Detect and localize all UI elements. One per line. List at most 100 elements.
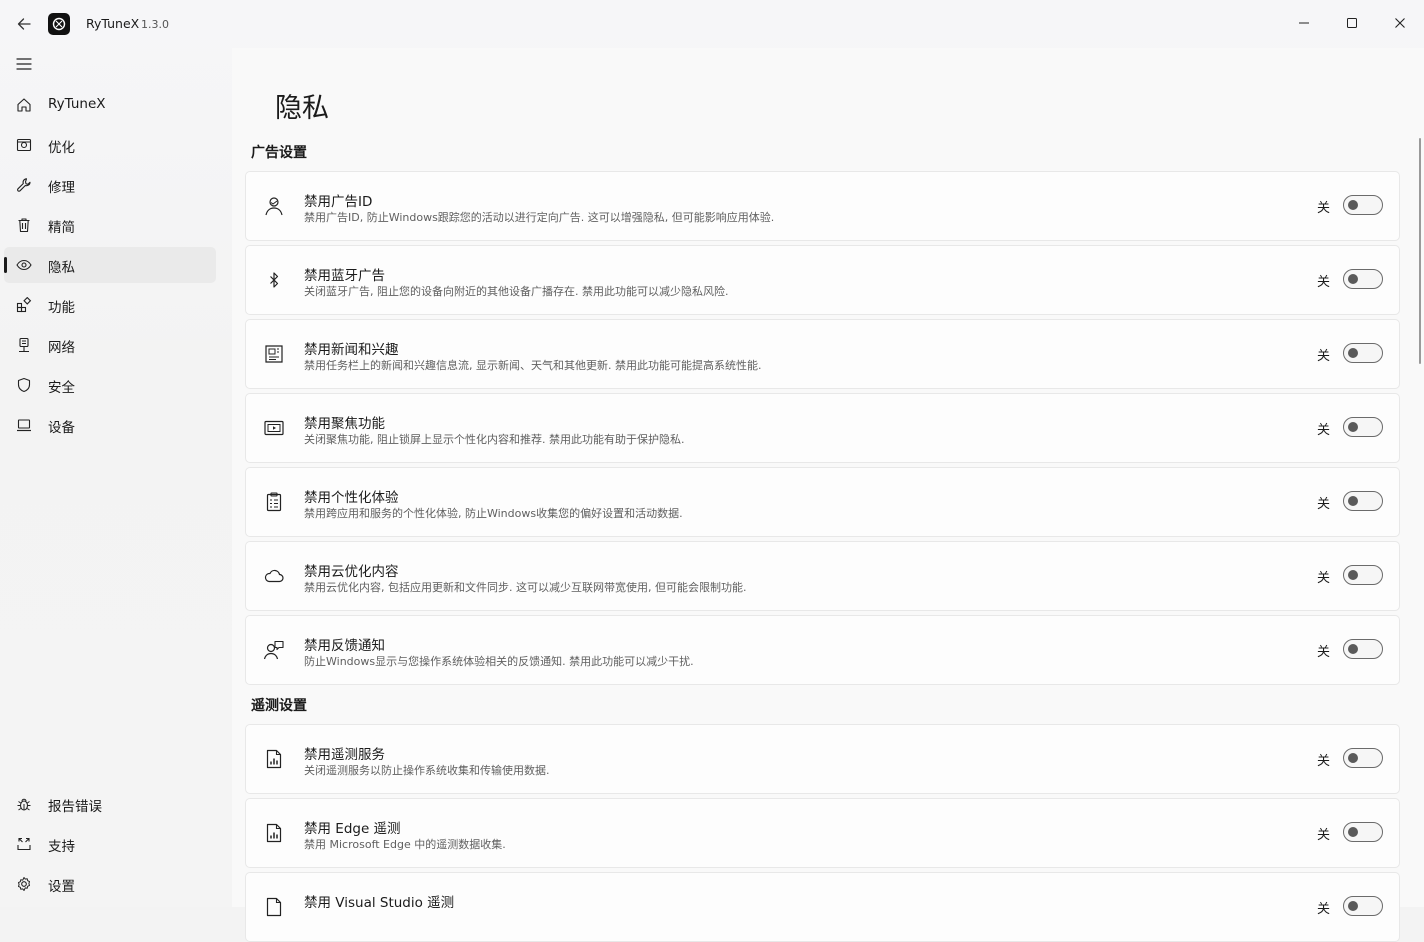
toggle-knob xyxy=(1348,422,1358,432)
report-icon xyxy=(266,823,282,843)
toggle-state-label: 关 xyxy=(1317,828,1331,843)
toggle-switch[interactable] xyxy=(1343,639,1383,659)
title-bar: RyTuneX 1.3.0 xyxy=(0,0,1424,48)
toggle-switch[interactable] xyxy=(1343,491,1383,511)
menu-toggle-button[interactable] xyxy=(12,52,36,76)
setting-description: 防止Windows显示与您操作系统体验相关的反馈通知. 禁用此功能可以减少干扰. xyxy=(304,655,694,668)
setting-card: 禁用蓝牙广告 关闭蓝牙广告, 阻止您的设备向附近的其他设备广播存在. 禁用此功能… xyxy=(245,245,1400,315)
nav-item-label: RyTuneX xyxy=(48,96,106,112)
nav-item-settings[interactable]: 设置 xyxy=(4,866,216,902)
nav-item-label: 修理 xyxy=(48,180,75,196)
toggle-state-label: 关 xyxy=(1317,754,1331,769)
nav-item-label: 隐私 xyxy=(48,260,75,276)
nav-item-report-bug[interactable]: 报告错误 xyxy=(4,786,216,822)
toggle-state-label: 关 xyxy=(1317,201,1331,216)
minimize-button[interactable] xyxy=(1288,8,1320,38)
nav-item-label: 网络 xyxy=(48,340,75,356)
toggle-switch[interactable] xyxy=(1343,565,1383,585)
scrollbar-thumb[interactable] xyxy=(1419,138,1421,364)
setting-card: 禁用新闻和兴趣 禁用任务栏上的新闻和兴趣信息流, 显示新闻、天气和其他更新. 禁… xyxy=(245,319,1400,389)
toggle-knob xyxy=(1348,570,1358,580)
nav-item-home[interactable]: RyTuneX xyxy=(4,87,216,123)
setting-title: 禁用蓝牙广告 xyxy=(304,268,385,284)
laptop-icon xyxy=(17,419,31,432)
toggle-switch[interactable] xyxy=(1343,748,1383,768)
setting-card: 禁用广告ID 禁用广告ID, 防止Windows跟踪您的活动以进行定向广告. 这… xyxy=(245,171,1400,241)
toggle-knob xyxy=(1348,496,1358,506)
selection-indicator xyxy=(4,257,7,273)
gear-icon xyxy=(18,877,30,891)
app-logo xyxy=(48,13,70,35)
toggle-knob xyxy=(1348,348,1358,358)
setting-title: 禁用 Visual Studio 遥测 xyxy=(304,895,455,911)
nav-item-privacy[interactable]: 隐私 xyxy=(4,247,216,283)
toggle-knob xyxy=(1348,644,1358,654)
setting-title: 禁用广告ID xyxy=(304,194,373,210)
nav-item-security[interactable]: 安全 xyxy=(4,367,216,403)
nav-item-label: 安全 xyxy=(48,380,75,396)
toggle-state-label: 关 xyxy=(1317,275,1331,290)
toggle-switch[interactable] xyxy=(1343,195,1383,215)
setting-title: 禁用新闻和兴趣 xyxy=(304,342,399,358)
nav-item-features[interactable]: 功能 xyxy=(4,287,216,323)
nav-item-network[interactable]: 网络 xyxy=(4,327,216,363)
nav-item-label: 支持 xyxy=(48,839,75,855)
nav-item-label: 精简 xyxy=(48,220,75,236)
setting-title: 禁用 Edge 遥测 xyxy=(304,821,401,837)
eye-icon xyxy=(16,259,32,271)
toggle-switch[interactable] xyxy=(1343,269,1383,289)
toggle-switch[interactable] xyxy=(1343,896,1383,916)
setting-title: 禁用遥测服务 xyxy=(304,747,385,763)
setting-title: 禁用反馈通知 xyxy=(304,638,385,654)
setting-title: 禁用个性化体验 xyxy=(304,490,399,506)
toggle-switch[interactable] xyxy=(1343,822,1383,842)
hamburger-icon xyxy=(16,58,32,70)
setting-card: 禁用云优化内容 禁用云优化内容, 包括应用更新和文件同步. 这可以减少互联网带宽… xyxy=(245,541,1400,611)
cloud-icon xyxy=(264,569,284,583)
app-name: RyTuneX xyxy=(86,16,140,31)
toggle-switch[interactable] xyxy=(1343,417,1383,437)
toggle-knob xyxy=(1348,901,1358,911)
toggle-knob xyxy=(1348,274,1358,284)
toggle-switch[interactable] xyxy=(1343,343,1383,363)
setting-card: 禁用遥测服务 关闭遥测服务以防止操作系统收集和传输使用数据. 关 xyxy=(245,724,1400,794)
nav-item-label: 设置 xyxy=(48,879,75,895)
toggle-knob xyxy=(1348,753,1358,763)
shield-icon xyxy=(17,377,31,393)
nav-item-devices[interactable]: 设备 xyxy=(4,407,216,443)
minimize-icon xyxy=(1299,22,1309,24)
wrench-icon xyxy=(17,178,31,192)
setting-description: 禁用 Microsoft Edge 中的遥测数据收集. xyxy=(304,838,506,851)
maximize-button[interactable] xyxy=(1336,8,1368,38)
close-icon xyxy=(1395,18,1405,28)
app-version: 1.3.0 xyxy=(141,18,169,31)
setting-card: 禁用 Edge 遥测 禁用 Microsoft Edge 中的遥测数据收集. 关 xyxy=(245,798,1400,868)
setting-description: 关闭蓝牙广告, 阻止您的设备向附近的其他设备广播存在. 禁用此功能可以减少隐私风… xyxy=(304,285,729,298)
setting-card: 禁用聚焦功能 关闭聚焦功能, 阻止锁屏上显示个性化内容和推荐. 禁用此功能有助于… xyxy=(245,393,1400,463)
bug-icon xyxy=(17,798,31,811)
toggle-state-label: 关 xyxy=(1317,645,1331,660)
toggle-state-label: 关 xyxy=(1317,423,1331,438)
trash-icon xyxy=(18,218,30,233)
toggle-state-label: 关 xyxy=(1317,902,1331,917)
home-icon xyxy=(17,98,31,112)
close-button[interactable] xyxy=(1384,8,1416,38)
section-title-ads: 广告设置 xyxy=(251,145,307,161)
nav-item-debloat[interactable]: 精简 xyxy=(4,207,216,243)
nav-item-repair[interactable]: 修理 xyxy=(4,167,216,203)
arrow-left-icon xyxy=(17,18,31,30)
setting-title: 禁用聚焦功能 xyxy=(304,416,385,432)
toggle-knob xyxy=(1348,827,1358,837)
toggle-state-label: 关 xyxy=(1317,497,1331,512)
nav-item-optimize[interactable]: 优化 xyxy=(4,127,216,163)
slideshow-icon xyxy=(264,420,284,436)
document-icon xyxy=(266,897,282,917)
nav-item-label: 功能 xyxy=(48,300,75,316)
clipboard-icon xyxy=(266,492,282,512)
back-button[interactable] xyxy=(12,12,36,36)
setting-description: 禁用任务栏上的新闻和兴趣信息流, 显示新闻、天气和其他更新. 禁用此功能可能提高… xyxy=(304,359,762,372)
toggle-state-label: 关 xyxy=(1317,349,1331,364)
nav-item-support[interactable]: 支持 xyxy=(4,826,216,862)
setting-description: 禁用云优化内容, 包括应用更新和文件同步. 这可以减少互联网带宽使用, 但可能会… xyxy=(304,581,747,594)
nav-item-label: 设备 xyxy=(48,420,75,436)
